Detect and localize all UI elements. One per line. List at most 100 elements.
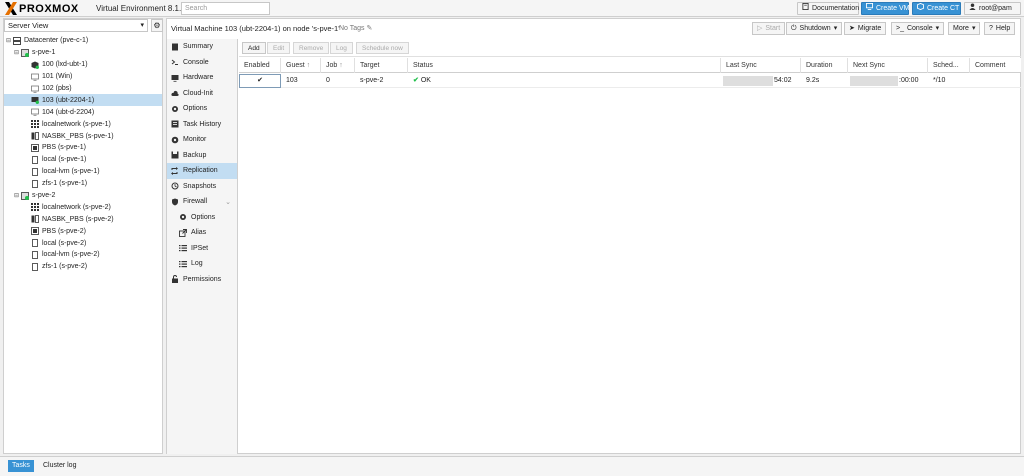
nav-summary[interactable]: Summary	[167, 39, 237, 55]
tab-cluster-log[interactable]: Cluster log	[39, 460, 80, 472]
column-header-label: Job	[326, 62, 338, 69]
column-header-guest[interactable]: Guest ↑	[281, 58, 321, 73]
create-ct-button[interactable]: Create CT	[912, 2, 961, 15]
log-button[interactable]: Log	[330, 42, 353, 54]
pencil-icon[interactable]: ✎	[367, 25, 373, 32]
tree-item-sdn-localnetwork-2[interactable]: localnetwork (s-pve-2)	[4, 201, 162, 213]
tree-item-node-s-pve-2[interactable]: ⊟ s-pve-2	[4, 190, 162, 202]
collapse-icon[interactable]: ⊟	[13, 192, 20, 199]
network-icon	[31, 120, 39, 129]
nav-task-history[interactable]: Task History	[167, 117, 237, 133]
nav-cloud-init[interactable]: Cloud-Init	[167, 86, 237, 102]
nav-permissions[interactable]: Permissions	[167, 272, 237, 288]
column-header-schedule[interactable]: Sched...	[928, 58, 970, 73]
schedule-now-button[interactable]: Schedule now	[356, 42, 409, 54]
tab-tasks[interactable]: Tasks	[8, 460, 34, 472]
nav-firewall-alias[interactable]: Alias	[167, 225, 237, 241]
more-button[interactable]: More ▾	[948, 22, 981, 35]
edit-button[interactable]: Edit	[267, 42, 291, 54]
nav-firewall-ipset[interactable]: IPSet	[167, 241, 237, 257]
duration-cell: 9.2s	[806, 77, 820, 84]
nav-firewall-log[interactable]: Log	[167, 256, 237, 272]
chevron-down-icon[interactable]: ⌄	[225, 198, 231, 206]
tree-item-storage-local[interactable]: local (s-pve-1)	[4, 154, 162, 166]
nav-snapshots[interactable]: Snapshots	[167, 179, 237, 195]
comment-cell	[970, 74, 1021, 88]
tags-field[interactable]: No Tags ✎	[339, 24, 372, 32]
remove-button[interactable]: Remove	[293, 42, 330, 54]
migrate-button[interactable]: ➤ Migrate	[844, 22, 887, 35]
tree-item-guest-101[interactable]: 101 (Win)	[4, 71, 162, 83]
nav-label: IPSet	[191, 244, 209, 252]
console-button[interactable]: >_ Console ▾	[891, 22, 945, 35]
tree-item-label: 100 (lxd-ubt-1)	[42, 61, 88, 69]
user-menu-button[interactable]: root@pam	[964, 2, 1021, 15]
nav-options[interactable]: Options	[167, 101, 237, 117]
nav-firewall-options[interactable]: Options	[167, 210, 237, 226]
console-label: Console	[906, 25, 933, 32]
search-input[interactable]: Search	[181, 2, 270, 15]
tree-item-storage-nasbk-2[interactable]: NASBK_PBS (s-pve-2)	[4, 213, 162, 225]
floppy-icon	[171, 151, 179, 159]
tree-item-node-s-pve-1[interactable]: ⊟ s-pve-1	[4, 47, 162, 59]
view-selector-label: Server View	[8, 21, 49, 30]
tree-item-storage-local-2[interactable]: local (s-pve-2)	[4, 237, 162, 249]
node-icon	[21, 191, 29, 200]
tree-item-storage-pbs[interactable]: PBS (s-pve-1)	[4, 142, 162, 154]
tree-item-storage-pbs-2[interactable]: PBS (s-pve-2)	[4, 225, 162, 237]
view-selector[interactable]: Server View ▾	[4, 19, 148, 32]
tree-item-sdn-localnetwork[interactable]: localnetwork (s-pve-1)	[4, 118, 162, 130]
tree-item-guest-102[interactable]: 102 (pbs)	[4, 83, 162, 95]
column-header-target[interactable]: Target	[355, 58, 408, 73]
add-button[interactable]: Add	[242, 42, 266, 54]
column-header-job[interactable]: Job ↑	[321, 58, 355, 73]
table-row[interactable]: ✔ 103 0 s-pve-2 ✔ OK 54:02 9.2s :00:00 *…	[239, 74, 1021, 88]
shutdown-button[interactable]: ⏻ Shutdown ▾	[786, 22, 843, 35]
tree-item-label: s-pve-1	[32, 49, 56, 57]
nav-hardware[interactable]: Hardware	[167, 70, 237, 86]
nav-label: Task History	[183, 120, 222, 128]
tree-item-storage-local-lvm-2[interactable]: local-lvm (s-pve-2)	[4, 249, 162, 261]
tree-item-guest-100[interactable]: 100 (lxd-ubt-1)	[4, 59, 162, 71]
user-label: root@pam	[979, 5, 1012, 12]
shield-icon	[171, 198, 179, 206]
nav-firewall[interactable]: Firewall ⌄	[167, 194, 237, 210]
collapse-icon[interactable]: ⊟	[5, 37, 12, 44]
tree-item-guest-104[interactable]: 104 (ubt-d-2204)	[4, 106, 162, 118]
container-icon	[31, 61, 39, 69]
tree-item-label: local (s-pve-2)	[42, 239, 87, 247]
column-header-label: Guest	[286, 62, 305, 69]
tree-item-storage-zfs-2[interactable]: zfs-1 (s-pve-2)	[4, 261, 162, 273]
tree-item-storage-nasbk[interactable]: NASBK_PBS (s-pve-1)	[4, 130, 162, 142]
tree-item-datacenter[interactable]: ⊟ Datacenter (pve-c-1)	[4, 35, 162, 47]
guest-nav-menu: Summary Console Hardware Cloud-Init Opti…	[167, 39, 238, 454]
tree-item-guest-103[interactable]: 103 (ubt-2204-1)	[4, 94, 162, 107]
column-header-last-sync[interactable]: Last Sync	[721, 58, 801, 73]
nav-console[interactable]: Console	[167, 55, 237, 71]
start-button[interactable]: ▷ Start	[752, 22, 786, 35]
desktop-icon	[866, 2, 873, 15]
collapse-icon[interactable]: ⊟	[13, 49, 20, 56]
nav-backup[interactable]: Backup	[167, 148, 237, 164]
unlock-icon	[171, 275, 179, 284]
proxmox-logo[interactable]: PROXMOX	[4, 2, 79, 15]
network-icon	[31, 203, 39, 212]
help-button[interactable]: ? Help	[984, 22, 1016, 35]
tree-item-storage-zfs[interactable]: zfs-1 (s-pve-1)	[4, 178, 162, 190]
column-header-status[interactable]: Status	[408, 58, 721, 73]
tree-settings-button[interactable]: ⚙	[151, 19, 163, 32]
play-icon: ▷	[757, 25, 763, 32]
column-header-next-sync[interactable]: Next Sync	[848, 58, 928, 73]
schedule-cell: */10	[933, 77, 946, 84]
create-vm-button[interactable]: Create VM	[861, 2, 909, 15]
nav-monitor[interactable]: Monitor	[167, 132, 237, 148]
column-header-duration[interactable]: Duration	[801, 58, 848, 73]
column-header-comment[interactable]: Comment	[970, 58, 1021, 73]
tree-item-storage-local-lvm[interactable]: local-lvm (s-pve-1)	[4, 166, 162, 178]
storage-icon	[31, 155, 39, 164]
target-cell: s-pve-2	[360, 77, 384, 84]
nav-replication[interactable]: Replication	[167, 163, 237, 179]
documentation-button[interactable]: Documentation	[797, 2, 859, 15]
nav-label: Snapshots	[183, 182, 217, 190]
column-header-enabled[interactable]: Enabled	[239, 58, 281, 73]
